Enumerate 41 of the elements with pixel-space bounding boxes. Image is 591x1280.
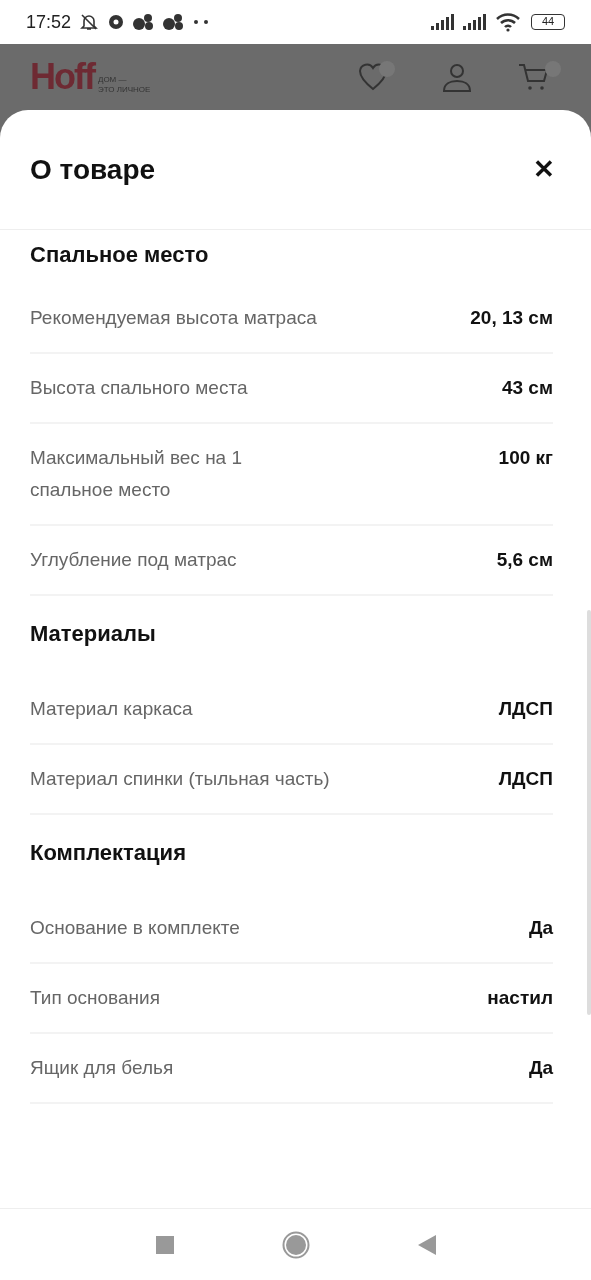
spec-label: Ящик для белья (30, 1056, 175, 1080)
sheet-title: О товаре (30, 152, 156, 187)
cart-icon[interactable] (517, 61, 561, 93)
battery-icon: 44 (531, 14, 565, 30)
spec-label: Высота спального места (30, 376, 249, 400)
signal-icon (431, 14, 457, 30)
spec-label: Материал каркаса (30, 697, 194, 721)
muted-bell-icon (79, 12, 100, 32)
logo: Hoff (30, 59, 94, 95)
spec-label: Тип основания (30, 986, 161, 1010)
signal-icon (463, 14, 489, 30)
section-title: Комплектация (30, 840, 186, 865)
recents-icon[interactable] (155, 1235, 174, 1254)
app-icon (133, 13, 156, 31)
notification-icon (107, 13, 126, 31)
section-title: Спальное место (30, 242, 209, 267)
back-icon[interactable] (417, 1234, 436, 1255)
spec-value: настил (487, 986, 553, 1010)
spec-label: Максимальный вес на 1 спальное место (30, 446, 244, 502)
home-icon[interactable] (281, 1230, 310, 1259)
spec-value: ЛДСП (498, 697, 553, 721)
spec-value: 5,6 см (496, 548, 553, 572)
spec-label: Рекомендуемая высота матраса (30, 306, 318, 330)
spec-value: 43 см (501, 376, 553, 400)
user-icon[interactable] (441, 61, 473, 93)
spec-label: Углубление под матрас (30, 548, 238, 572)
spec-value: Да (528, 1056, 553, 1080)
spec-label: Материал спинки (тыльная часть) (30, 767, 330, 791)
spec-value: 100 кг (498, 446, 553, 470)
wifi-icon (495, 12, 521, 32)
spec-value: 20, 13 см (470, 306, 553, 330)
scrollbar[interactable] (587, 610, 591, 1015)
close-button[interactable]: ✕ (527, 150, 561, 189)
spec-value: ЛДСП (498, 767, 553, 791)
clock: 17:52 (26, 10, 72, 34)
spec-value: Да (528, 916, 553, 940)
spec-label: Основание в комплекте (30, 916, 241, 940)
app-icon (163, 13, 186, 31)
heart-icon[interactable] (357, 61, 397, 93)
more-dots-icon (193, 19, 210, 25)
section-title: Материалы (30, 621, 156, 646)
